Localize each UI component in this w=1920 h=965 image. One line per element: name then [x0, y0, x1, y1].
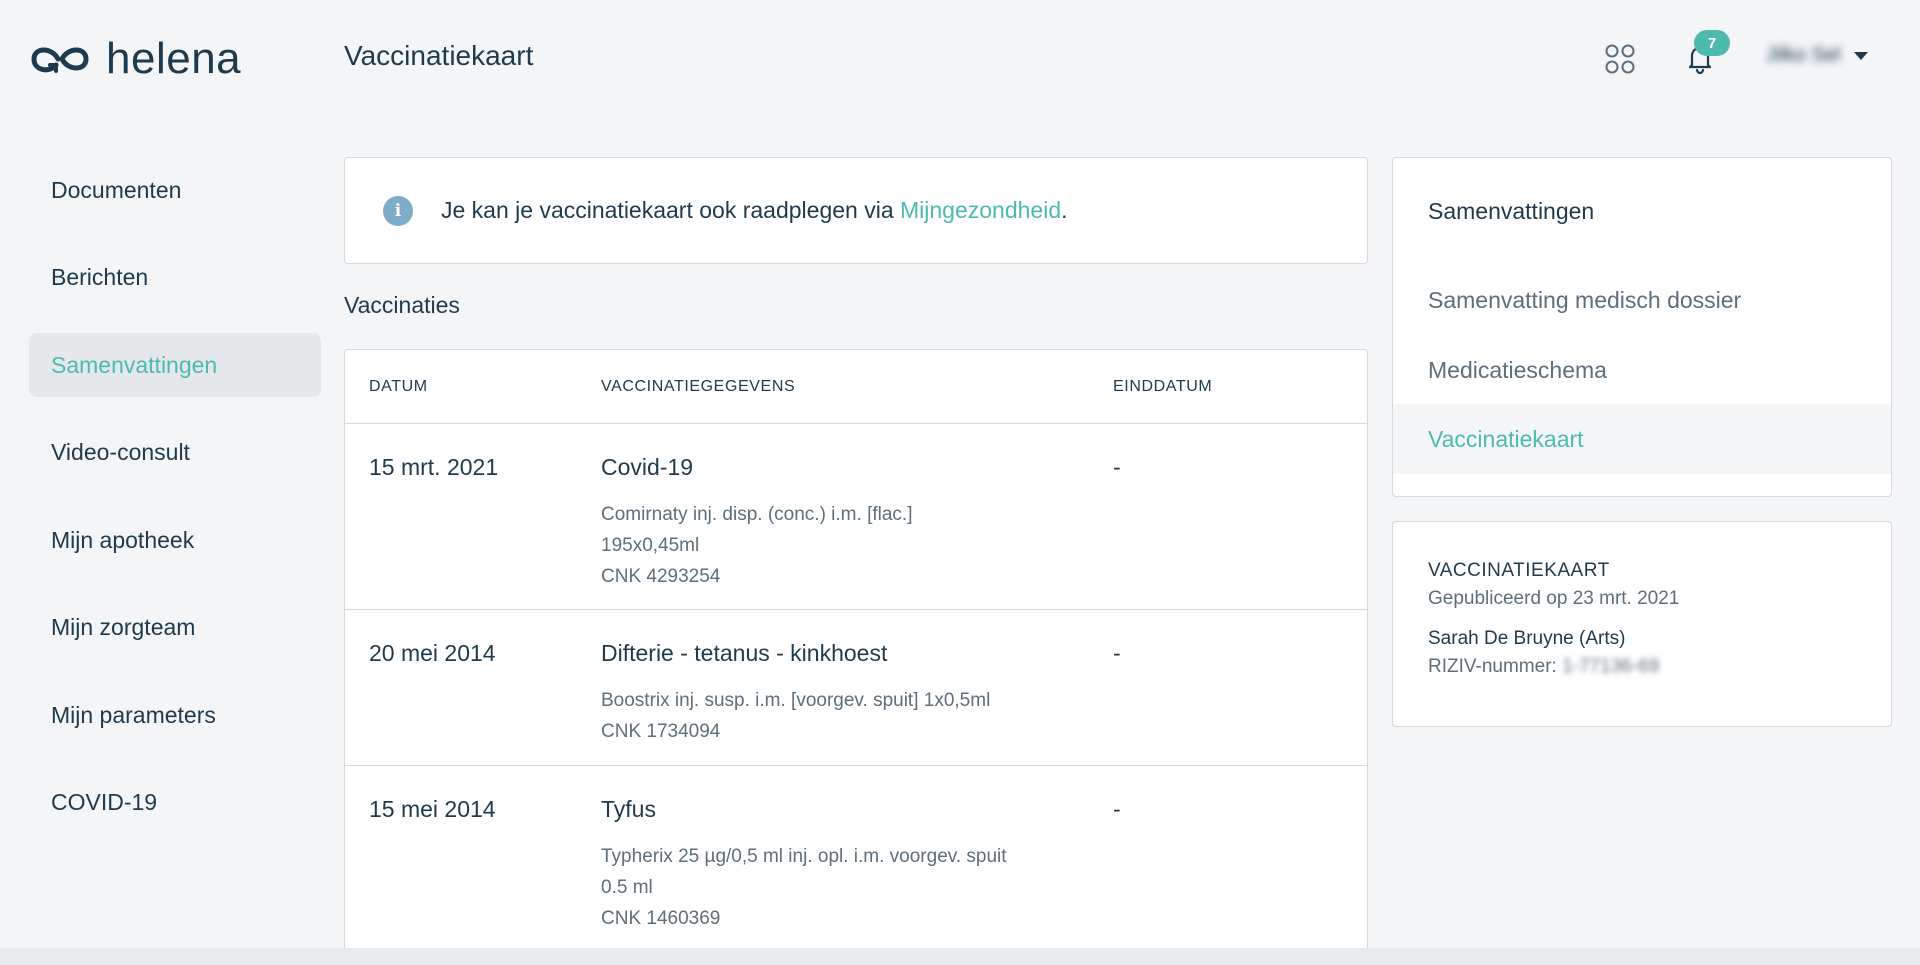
vaccinations-table: DATUM VACCINATIEGEGEVENS EINDDATUM 15 mr… [344, 349, 1368, 952]
main-content: i Je kan je vaccinatiekaart ook raadpleg… [344, 157, 1368, 952]
logo-icon [31, 47, 89, 73]
row-vaccine: Tyfus Typherix 25 µg/0,5 ml inj. opl. i.… [601, 796, 1113, 934]
mijngezondheid-link[interactable]: Mijngezondheid [900, 197, 1061, 223]
page-title: Vaccinatiekaart [344, 40, 534, 71]
row-date: 15 mei 2014 [369, 796, 496, 822]
vaccine-details: Comirnaty inj. disp. (conc.) i.m. [flac.… [601, 499, 1113, 592]
logo-text: helena [106, 34, 242, 83]
sidebar-item-mijn-apotheek[interactable]: Mijn apotheek [29, 508, 321, 572]
row-vaccine: Difterie - tetanus - kinkhoest Boostrix … [601, 640, 1113, 747]
card-published: Gepubliceerd op 23 mrt. 2021 [1428, 588, 1680, 609]
sidebar-item-mijn-parameters[interactable]: Mijn parameters [29, 683, 321, 747]
sidebar-nav: Documenten Berichten Samenvattingen Vide… [29, 158, 321, 858]
vaccine-name: Covid-19 [601, 454, 694, 480]
summary-link-medisch-dossier[interactable]: Samenvatting medisch dossier [1393, 265, 1891, 335]
vaccine-detail-line: 0.5 ml [601, 877, 653, 898]
user-menu[interactable]: Jilko Sel [1766, 44, 1869, 67]
vaccination-card-info: VACCINATIEKAART Gepubliceerd op 23 mrt. … [1392, 521, 1892, 727]
table-row: 20 mei 2014 Difterie - tetanus - kinkhoe… [345, 610, 1367, 766]
column-header-einddatum: EINDDATUM [1113, 377, 1213, 395]
card-author: Sarah De Bruyne (Arts) [1428, 628, 1626, 649]
user-name: Jilko Sel [1766, 44, 1841, 66]
caret-down-icon [1854, 51, 1869, 60]
riziv-value: 1-77136-69 [1562, 656, 1660, 677]
summaries-title: Samenvattingen [1428, 198, 1595, 224]
sidebar-item-covid-19[interactable]: COVID-19 [29, 771, 321, 835]
vaccine-detail-line: CNK 1734094 [601, 721, 721, 742]
vaccine-detail-line: Comirnaty inj. disp. (conc.) i.m. [flac.… [601, 504, 913, 525]
row-date: 15 mrt. 2021 [369, 454, 499, 480]
card-label: VACCINATIEKAART [1428, 560, 1610, 581]
helena-logo[interactable]: helena [28, 34, 241, 84]
sidebar-item-documenten[interactable]: Documenten [29, 158, 321, 222]
info-banner: i Je kan je vaccinatiekaart ook raadpleg… [344, 157, 1368, 264]
row-end-date: - [1113, 640, 1121, 666]
riziv-label: RIZIV-nummer: [1428, 656, 1563, 677]
vaccinations-title: Vaccinaties [344, 292, 460, 318]
info-text-before: Je kan je vaccinatiekaart ook raadplegen… [441, 197, 901, 223]
sidebar-item-video-consult[interactable]: Video-consult [29, 421, 321, 485]
table-row: 15 mrt. 2021 Covid-19 Comirnaty inj. dis… [345, 424, 1367, 610]
vaccine-detail-line: Typherix 25 µg/0,5 ml inj. opl. i.m. voo… [601, 846, 1007, 867]
info-text-after: . [1061, 197, 1068, 223]
card-riziv: RIZIV-nummer: 1-77136-69 [1428, 656, 1856, 678]
column-header-datum: DATUM [369, 377, 428, 395]
row-end-date: - [1113, 454, 1121, 480]
top-bar: helena Vaccinatiekaart 7 Jilko Sel [0, 0, 1920, 118]
info-text: Je kan je vaccinatiekaart ook raadplegen… [441, 197, 1068, 224]
vaccine-detail-line: CNK 1460369 [601, 908, 721, 929]
row-date: 20 mei 2014 [369, 640, 496, 666]
sidebar-item-berichten[interactable]: Berichten [29, 246, 321, 310]
vaccine-detail-line: 195x0,45ml [601, 535, 700, 556]
vaccine-details: Boostrix inj. susp. i.m. [voorgev. spuit… [601, 685, 1113, 747]
vaccine-details: Typherix 25 µg/0,5 ml inj. opl. i.m. voo… [601, 841, 1113, 934]
sidebar-item-samenvattingen[interactable]: Samenvattingen [29, 333, 321, 397]
notification-badge: 7 [1694, 30, 1730, 56]
summary-link-medicatieschema[interactable]: Medicatieschema [1393, 335, 1891, 405]
row-vaccine: Covid-19 Comirnaty inj. disp. (conc.) i.… [601, 454, 1113, 592]
sidebar-item-mijn-zorgteam[interactable]: Mijn zorgteam [29, 596, 321, 660]
vaccine-detail-line: Boostrix inj. susp. i.m. [voorgev. spuit… [601, 690, 991, 711]
vaccine-detail-line: CNK 4293254 [601, 566, 721, 587]
column-header-vaccinatiegegevens: VACCINATIEGEGEVENS [601, 377, 796, 395]
summaries-panel: Samenvattingen Samenvatting medisch doss… [1392, 157, 1892, 497]
vaccine-name: Difterie - tetanus - kinkhoest [601, 640, 888, 666]
bottom-edge [0, 948, 1920, 965]
row-end-date: - [1113, 796, 1121, 822]
apps-grid-icon[interactable] [1605, 44, 1635, 74]
table-header: DATUM VACCINATIEGEGEVENS EINDDATUM [345, 350, 1367, 424]
vaccine-name: Tyfus [601, 796, 656, 822]
info-icon: i [383, 195, 413, 226]
table-row: 15 mei 2014 Tyfus Typherix 25 µg/0,5 ml … [345, 766, 1367, 951]
summary-link-vaccinatiekaart[interactable]: Vaccinatiekaart [1393, 404, 1891, 474]
